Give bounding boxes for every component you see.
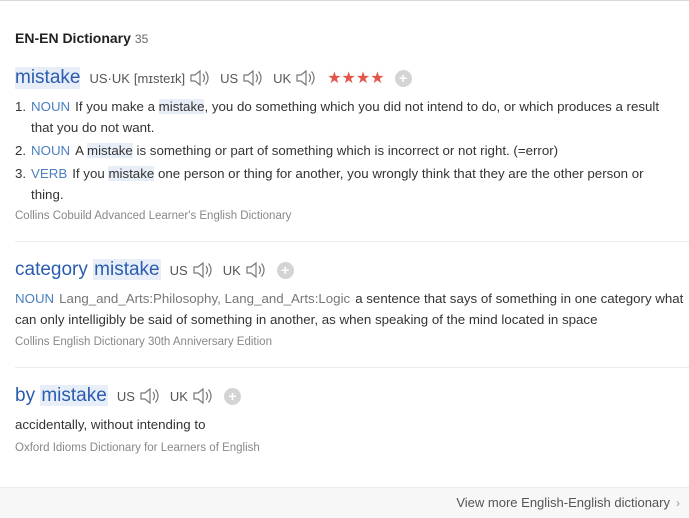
- part-of-speech: VERB: [31, 166, 68, 181]
- add-to-wordbook-button[interactable]: +: [223, 387, 241, 405]
- pronunciation-uk: UK: [273, 68, 317, 88]
- pronunciation-uk: UK: [223, 260, 267, 280]
- add-to-wordbook-button[interactable]: +: [276, 261, 294, 279]
- dictionary-source: Collins Cobuild Advanced Learner's Engli…: [15, 210, 292, 222]
- sense-list: 1. NOUN If you make a mistake, you do some…: [15, 96, 677, 205]
- sense-item: 1. NOUN If you make a mistake, you do some…: [15, 99, 660, 135]
- speaker-icon[interactable]: [192, 386, 214, 406]
- dictionary-source: Oxford Idioms Dictionary for Learners of…: [15, 442, 260, 454]
- part-of-speech: NOUN: [31, 99, 71, 114]
- speaker-icon[interactable]: [189, 68, 211, 88]
- entry-divider: [15, 367, 689, 368]
- footer-bar: View more English-English dictionary ›: [0, 487, 689, 518]
- definition: NOUN Lang_and_Arts:Philosophy, Lang_and_A…: [15, 291, 684, 327]
- plus-icon: +: [398, 70, 408, 86]
- speaker-icon[interactable]: [295, 68, 317, 88]
- add-to-wordbook-button[interactable]: +: [394, 69, 412, 87]
- entry-category-mistake: category mistake US UK +: [15, 258, 689, 282]
- section-header: EN-EN Dictionary 35: [15, 30, 148, 48]
- speaker-icon[interactable]: [245, 260, 267, 280]
- pronunciation-usuk: US·UK [mɪsteɪk]: [89, 68, 211, 88]
- subject-domain: Lang_and_Arts:Philosophy, Lang_and_Arts:…: [59, 291, 351, 306]
- plus-icon: +: [281, 262, 290, 278]
- view-more-link[interactable]: View more English-English dictionary ›: [456, 495, 680, 510]
- result-count: 35: [134, 32, 149, 46]
- speaker-icon[interactable]: [139, 386, 161, 406]
- speaker-icon[interactable]: [192, 260, 214, 280]
- section-title: EN-EN Dictionary: [15, 30, 131, 46]
- sense-item: 2. NOUN A mistake is something or part of …: [15, 143, 559, 158]
- entry-mistake: mistake US·UK [mɪsteɪk] US UK ★★★★ +: [15, 66, 689, 90]
- part-of-speech: NOUN: [31, 143, 71, 158]
- dictionary-source: Collins English Dictionary 30th Annivers…: [15, 336, 272, 348]
- sense-item: 3. VERB If you mistake one person or thing…: [15, 166, 644, 202]
- entry-by-mistake: by mistake US UK +: [15, 384, 689, 408]
- keyword-highlight: mistake: [158, 99, 205, 114]
- part-of-speech: NOUN: [15, 291, 55, 306]
- plus-icon: +: [228, 388, 237, 404]
- entry-divider: [15, 241, 689, 242]
- frequency-stars: ★★★★: [327, 70, 385, 87]
- pronunciation-us: US: [117, 386, 161, 406]
- speaker-icon[interactable]: [242, 68, 264, 88]
- headword[interactable]: mistake: [15, 67, 81, 89]
- ipa: [mɪsteɪk]: [133, 70, 186, 86]
- keyword-highlight: mistake: [108, 166, 155, 181]
- pronunciation-us: US: [220, 68, 264, 88]
- chevron-right-icon: ›: [676, 496, 680, 510]
- keyword-highlight: mistake: [87, 143, 133, 158]
- pronunciation-us: US: [170, 260, 214, 280]
- headword[interactable]: by mistake: [15, 385, 108, 407]
- headword[interactable]: category mistake: [15, 259, 161, 281]
- top-divider: [0, 0, 689, 1]
- definition: accidentally, without intending to: [15, 417, 206, 432]
- pronunciation-uk: UK: [170, 386, 214, 406]
